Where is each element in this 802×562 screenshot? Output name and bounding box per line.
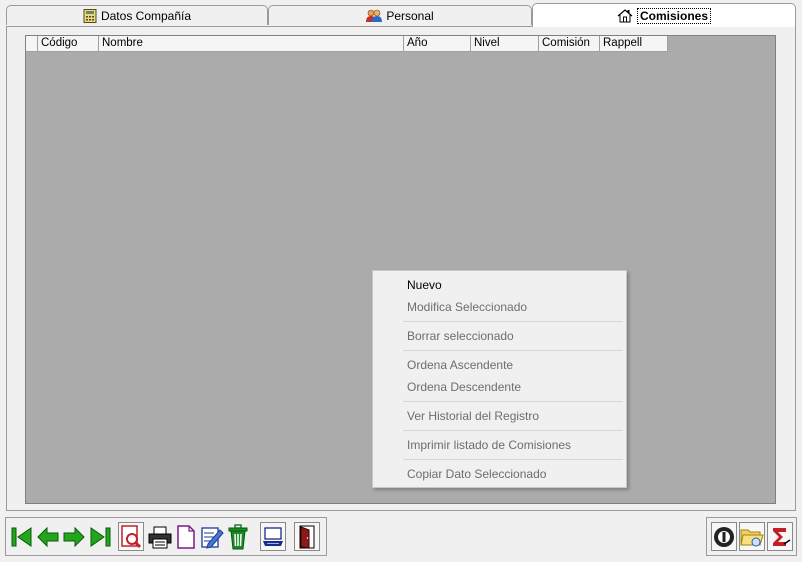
calculator-icon (83, 8, 97, 23)
menu-item-ver-historial[interactable]: Ver Historial del Registro (373, 405, 626, 427)
print-preview-button[interactable] (118, 522, 144, 551)
open-folder-button[interactable] (739, 522, 765, 551)
open-folder-icon (740, 526, 764, 548)
house-icon (617, 8, 633, 24)
first-record-icon (10, 525, 34, 549)
next-record-icon (62, 525, 86, 549)
context-menu: Nuevo Modifica Seleccionado Borrar selec… (372, 270, 627, 488)
delete-icon (226, 523, 250, 550)
print-icon (148, 525, 172, 549)
help-icon (713, 526, 735, 548)
exit-button[interactable] (294, 522, 320, 551)
scanner-icon (262, 526, 284, 548)
menu-separator (403, 401, 623, 402)
sum-button[interactable] (767, 522, 793, 551)
exit-door-icon (297, 525, 317, 549)
menu-separator (403, 459, 623, 460)
print-button[interactable] (147, 522, 173, 551)
tab-label: Personal (386, 8, 434, 23)
menu-separator (403, 430, 623, 431)
help-button[interactable] (711, 522, 737, 551)
scanner-button[interactable] (260, 522, 286, 551)
menu-item-copiar-dato[interactable]: Copiar Dato Seleccionado (373, 463, 626, 485)
tab-strip: Datos Compañía Personal Comisiones (0, 0, 802, 28)
utility-toolbar (706, 517, 797, 556)
menu-item-ordena-descendente[interactable]: Ordena Descendente (373, 376, 626, 398)
first-record-button[interactable] (9, 522, 35, 551)
menu-separator (403, 321, 623, 322)
previous-record-button[interactable] (35, 522, 61, 551)
column-header-nivel[interactable]: Nivel (471, 36, 539, 52)
new-document-icon (175, 524, 197, 549)
menu-item-borrar-seleccionado[interactable]: Borrar seleccionado (373, 325, 626, 347)
column-header-comision[interactable]: Comisión (539, 36, 600, 52)
grid-indicator-header[interactable] (26, 36, 38, 52)
tab-personal[interactable]: Personal (268, 5, 532, 25)
edit-icon (200, 525, 224, 549)
last-record-icon (88, 525, 112, 549)
previous-record-icon (36, 525, 60, 549)
tab-label: Comisiones (636, 7, 711, 24)
column-header-codigo[interactable]: Código (38, 36, 99, 52)
menu-separator (403, 350, 623, 351)
tab-label: Datos Compañía (100, 8, 192, 23)
menu-item-nuevo[interactable]: Nuevo (373, 274, 626, 296)
record-toolbar (5, 517, 327, 556)
last-record-button[interactable] (87, 522, 113, 551)
print-preview-icon (120, 524, 142, 549)
next-record-button[interactable] (61, 522, 87, 551)
grid-header: Código Nombre Año Nivel Comisión Rappell (26, 36, 668, 52)
edit-button[interactable] (199, 522, 225, 551)
new-document-button[interactable] (173, 522, 199, 551)
users-icon (366, 9, 383, 23)
tab-comisiones[interactable]: Comisiones (532, 3, 796, 27)
column-header-nombre[interactable]: Nombre (99, 36, 404, 52)
menu-item-modifica-seleccionado[interactable]: Modifica Seleccionado (373, 296, 626, 318)
delete-button[interactable] (225, 522, 251, 551)
menu-item-imprimir-listado[interactable]: Imprimir listado de Comisiones (373, 434, 626, 456)
tab-datos-compania[interactable]: Datos Compañía (6, 5, 268, 25)
sum-icon (769, 526, 791, 548)
menu-item-ordena-ascendente[interactable]: Ordena Ascendente (373, 354, 626, 376)
column-header-ano[interactable]: Año (404, 36, 471, 52)
column-header-rappell[interactable]: Rappell (600, 36, 668, 52)
